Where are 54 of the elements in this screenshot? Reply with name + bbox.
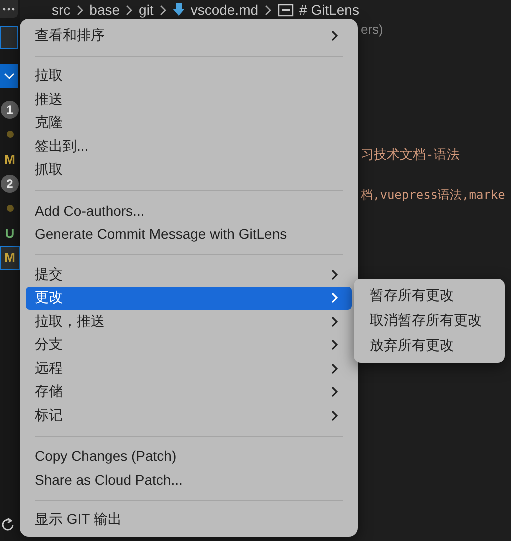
status-dot-icon: [6, 205, 14, 212]
menu-item[interactable]: 签出到...: [26, 135, 352, 159]
selected-row[interactable]: [0, 26, 18, 49]
menu-item[interactable]: 远程: [26, 357, 352, 381]
chevron-down-icon[interactable]: [4, 72, 14, 80]
menu-item[interactable]: 抓取: [26, 158, 352, 182]
chevron-right-icon: [331, 410, 339, 422]
menu-item[interactable]: 标记: [26, 404, 352, 428]
chevron-right-icon: [331, 316, 339, 328]
markdown-file-icon: [172, 3, 185, 17]
menu-item[interactable]: 更改: [26, 286, 352, 310]
breadcrumb-item[interactable]: base: [90, 2, 120, 18]
menu-item[interactable]: 查看和排序: [26, 24, 352, 48]
count-badge: 2: [1, 175, 19, 194]
menu-item[interactable]: 放弃所有更改: [358, 334, 501, 358]
string-symbol-icon: [278, 4, 294, 16]
menu-item[interactable]: 克隆: [26, 112, 352, 136]
chevron-right-icon: [331, 268, 339, 281]
menu-item[interactable]: Share as Cloud Patch...: [26, 468, 352, 492]
chevron-right-icon: [160, 4, 167, 16]
menu-item[interactable]: Copy Changes (Patch): [26, 444, 352, 468]
chevron-right-icon: [331, 30, 339, 42]
breadcrumb-item[interactable]: # GitLens: [300, 2, 360, 18]
breadcrumb-item[interactable]: vscode.md: [190, 2, 259, 18]
chevron-right-icon: [76, 4, 84, 16]
file-status-letter: M: [4, 152, 16, 167]
menu-item[interactable]: 分支: [26, 334, 352, 358]
chevron-right-icon: [331, 362, 339, 375]
menu-item[interactable]: 取消暂存所有更改: [358, 308, 501, 334]
menu-item[interactable]: 推送: [26, 88, 352, 112]
chevron-right-icon: [126, 4, 134, 16]
menu-item[interactable]: 存储: [26, 380, 352, 404]
count-badge: 1: [1, 101, 19, 120]
editor-text: ers): [361, 22, 384, 37]
chevron-right-icon: [264, 4, 272, 16]
menu-item[interactable]: Add Co-authors...: [26, 199, 352, 223]
chevron-right-icon: [331, 292, 339, 304]
chevron-right-icon: [331, 386, 339, 398]
file-status-letter: M: [4, 250, 16, 266]
menu-item[interactable]: 暂存所有更改: [358, 284, 501, 309]
file-status-letter: U: [5, 226, 15, 241]
breadcrumb-item[interactable]: src: [52, 2, 71, 18]
menu-item[interactable]: 显示 GIT 输出: [26, 508, 352, 532]
menu-item[interactable]: 拉取，推送: [26, 310, 352, 334]
refresh-icon[interactable]: [0, 517, 16, 533]
menu-item[interactable]: Generate Commit Message with GitLens: [26, 222, 352, 246]
breadcrumb-item[interactable]: git: [139, 2, 154, 18]
more-icon[interactable]: [3, 8, 15, 10]
menu-item[interactable]: 提交: [26, 262, 352, 286]
chevron-right-icon: [331, 339, 339, 352]
menu-item[interactable]: 拉取: [26, 64, 352, 88]
editor-text: 档,vuepress语法,marke: [361, 187, 506, 204]
status-dot-icon: [6, 131, 14, 138]
editor-text: 习技术文档-语法: [361, 147, 461, 164]
